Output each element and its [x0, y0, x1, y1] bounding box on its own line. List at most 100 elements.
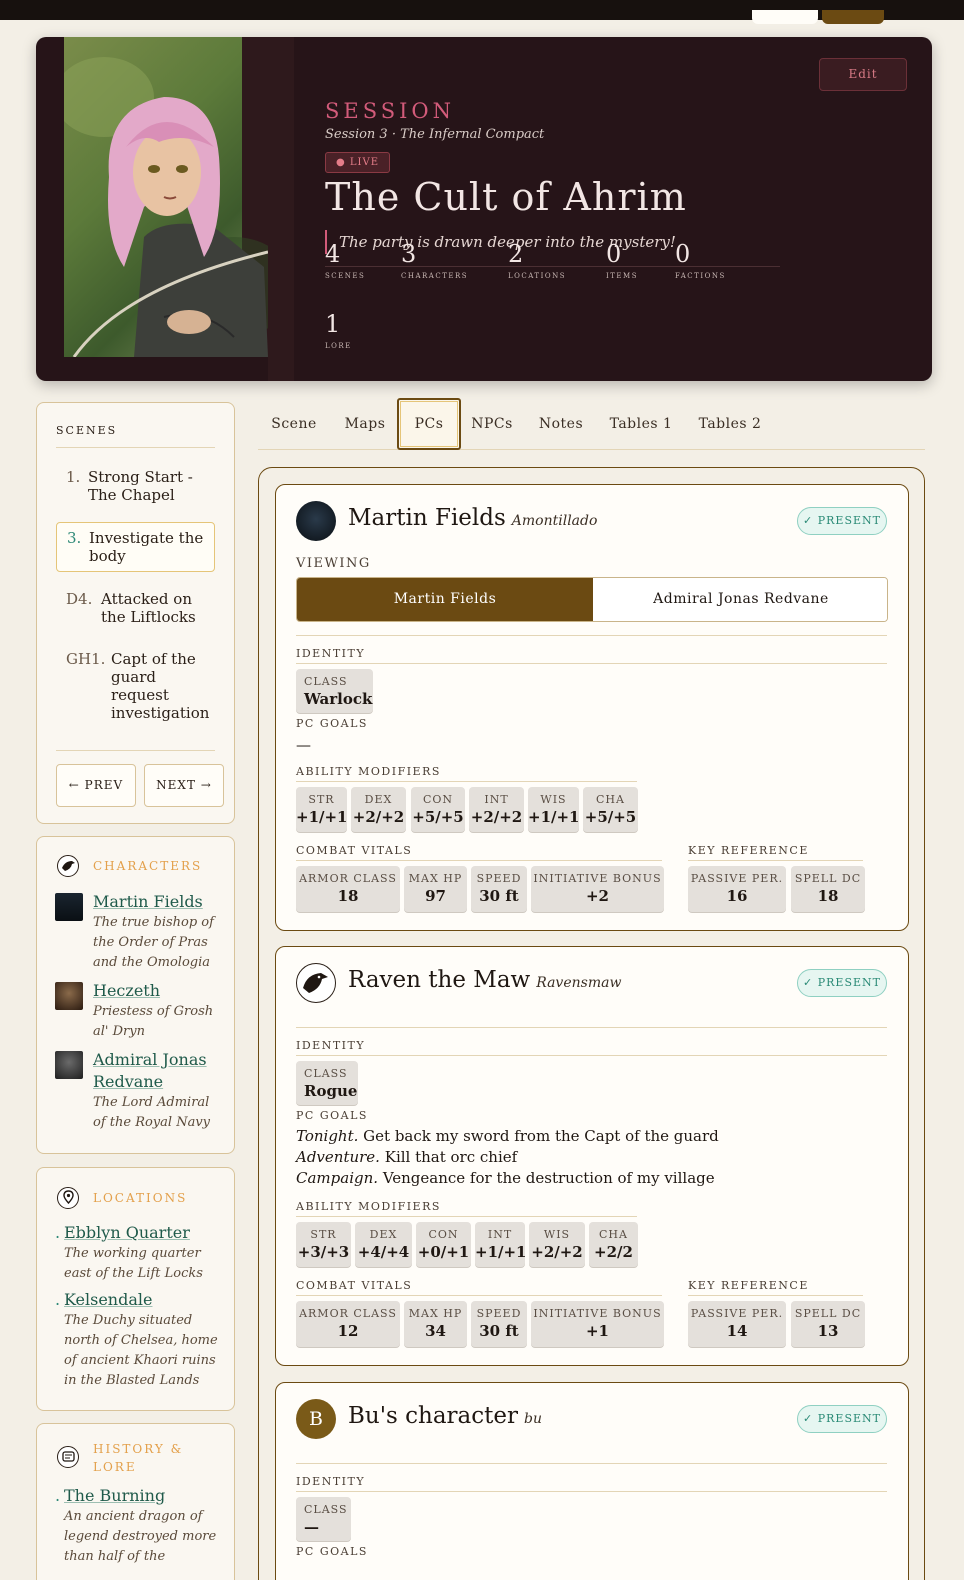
lore-card: History & Lore The Burning An ancient dr…	[36, 1423, 235, 1580]
top-bar-button-light[interactable]	[752, 10, 818, 24]
stat-locations: 2 locations	[508, 240, 567, 281]
location-item[interactable]: Ebblyn Quarter The working quarter east …	[55, 1222, 231, 1284]
divider	[296, 635, 887, 636]
tab-scene[interactable]: Scene	[262, 398, 326, 450]
location-item[interactable]: Kelsendale The Duchy situated north of C…	[55, 1289, 231, 1391]
ability-chip-int: INT +1/+1	[475, 1222, 527, 1267]
content-tabs: Scene Maps PCs NPCs Notes Tables 1 Table…	[258, 398, 925, 450]
scene-item[interactable]: D4. Attacked on the Liftlocks	[56, 584, 215, 632]
pc-alias: Ravensmaw	[536, 975, 622, 991]
character-name[interactable]: Martin Fields	[93, 891, 225, 913]
key-reference-label: Key Reference	[688, 1279, 809, 1292]
armor-class-chip: Armor Class 18	[296, 866, 400, 912]
viewing-label: Viewing	[296, 556, 371, 571]
next-scene-button[interactable]: NEXT →	[144, 764, 224, 807]
pc-name: Raven the Maw Ravensmaw	[348, 967, 622, 993]
stat-characters: 3 characters	[401, 240, 469, 281]
pc-goals-empty: —	[296, 736, 311, 754]
pc-card: Raven the Maw Ravensmaw ✓ PRESENT Identit…	[275, 946, 909, 1366]
divider	[296, 1216, 637, 1217]
passive-perception-chip: Passive Per. 16	[688, 866, 786, 912]
lore-item[interactable]: The Burning An ancient dragon of legend …	[55, 1485, 231, 1567]
location-name[interactable]: Kelsendale	[55, 1289, 231, 1311]
spell-dc-chip: Spell DC 13	[791, 1301, 865, 1347]
ability-label: Ability Modifiers	[296, 765, 441, 778]
stat-factions: 0 factions	[675, 240, 726, 281]
session-hero: Session Session 3 · The Infernal Compact…	[36, 37, 932, 381]
divider	[688, 1295, 863, 1296]
class-chip: Class —	[296, 1497, 351, 1541]
armor-class-chip: Armor Class 12	[296, 1301, 400, 1347]
tab-npcs[interactable]: NPCs	[462, 398, 522, 450]
passive-perception-chip: Passive Per. 14	[688, 1301, 786, 1347]
character-item[interactable]: Martin Fields The true bishop of the Ord…	[55, 891, 225, 973]
ability-chip-con: CON +0/+1	[416, 1222, 471, 1267]
character-description: The Lord Admiral of the Royal Navy	[93, 1095, 211, 1130]
pc-goals-label: PC Goals	[296, 1109, 368, 1122]
stat-lore: 1 lore	[325, 310, 352, 351]
pc-goal-adventure: Adventure. Kill that orc chief	[296, 1148, 518, 1166]
present-badge[interactable]: ✓ PRESENT	[797, 507, 887, 535]
locations-card: Locations Ebblyn Quarter The working qua…	[36, 1167, 235, 1411]
character-item[interactable]: Heczeth Priestess of Grosh al' Dryn	[55, 980, 225, 1042]
character-avatar	[55, 982, 83, 1010]
identity-label: Identity	[296, 1475, 366, 1488]
raven-icon	[57, 855, 79, 877]
pc-alias: Amontillado	[511, 513, 598, 529]
edit-button[interactable]: Edit	[819, 58, 907, 91]
class-chip: Class Warlock	[296, 669, 373, 713]
pc-alias: bu	[524, 1411, 542, 1427]
scene-item[interactable]: 1. Strong Start - The Chapel	[56, 462, 215, 510]
characters-card: Characters Martin Fields The true bishop…	[36, 836, 235, 1154]
max-hp-chip: Max HP 97	[404, 866, 467, 912]
viewing-option-active[interactable]: Martin Fields	[297, 578, 593, 621]
pc-goal-tonight: Tonight. Get back my sword from the Capt…	[296, 1127, 719, 1145]
combat-label: Combat Vitals	[296, 844, 413, 857]
scenes-divider	[56, 750, 215, 751]
speed-chip: Speed 30 ft	[471, 866, 527, 912]
tab-tables-1[interactable]: Tables 1	[606, 398, 676, 450]
class-chip: Class Rogue	[296, 1061, 358, 1105]
characters-title: Characters	[93, 859, 203, 873]
raven-icon	[296, 963, 336, 1003]
ability-chip-str: STR +1/+1	[296, 787, 348, 832]
ability-chip-int: INT +2/+2	[469, 787, 524, 832]
tab-maps[interactable]: Maps	[334, 398, 396, 450]
character-avatar	[55, 893, 83, 921]
character-portrait	[64, 37, 268, 357]
scenes-title: Scenes	[56, 420, 215, 448]
top-bar	[0, 0, 964, 24]
location-name[interactable]: Ebblyn Quarter	[55, 1222, 231, 1244]
scenes-card: Scenes 1. Strong Start - The Chapel 3. I…	[36, 402, 235, 824]
character-name[interactable]: Admiral Jonas Redvane	[93, 1049, 225, 1093]
initiative-chip: Initiative Bonus +1	[531, 1301, 664, 1347]
divider	[296, 663, 887, 664]
live-badge: ● LIVE	[325, 152, 391, 173]
top-bar-button-dark[interactable]	[822, 10, 884, 24]
tab-pcs[interactable]: PCs	[397, 398, 461, 450]
viewing-option[interactable]: Admiral Jonas Redvane	[593, 578, 887, 621]
session-title: The Cult of Ahrim	[325, 175, 687, 219]
lore-title: History & Lore	[93, 1442, 184, 1474]
initiative-chip: Initiative Bonus +2	[531, 866, 664, 912]
character-item[interactable]: Admiral Jonas Redvane The Lord Admiral o…	[55, 1049, 225, 1133]
tab-tables-2[interactable]: Tables 2	[695, 398, 765, 450]
character-name[interactable]: Heczeth	[93, 980, 225, 1002]
session-eyebrow: Session	[325, 99, 456, 123]
present-badge[interactable]: ✓ PRESENT	[797, 1405, 887, 1433]
tab-notes[interactable]: Notes	[530, 398, 592, 450]
present-badge[interactable]: ✓ PRESENT	[797, 969, 887, 997]
scene-item[interactable]: GH1. Capt of the guard request investiga…	[56, 644, 215, 728]
divider	[688, 860, 863, 861]
ability-chip-cha: CHA +2/2	[589, 1222, 638, 1267]
pc-goal-campaign: Campaign. Vengeance for the destruction …	[296, 1169, 715, 1187]
divider	[296, 1027, 887, 1028]
scene-item-active[interactable]: 3. Investigate the body	[56, 522, 215, 572]
prev-scene-button[interactable]: ← PREV	[56, 764, 136, 807]
divider	[296, 781, 637, 782]
viewing-toggle: Martin Fields Admiral Jonas Redvane	[296, 577, 888, 622]
divider	[296, 1295, 662, 1296]
ability-chip-wis: WIS +1/+1	[528, 787, 580, 832]
lore-name[interactable]: The Burning	[55, 1485, 231, 1507]
ability-chip-wis: WIS +2/+2	[529, 1222, 585, 1267]
